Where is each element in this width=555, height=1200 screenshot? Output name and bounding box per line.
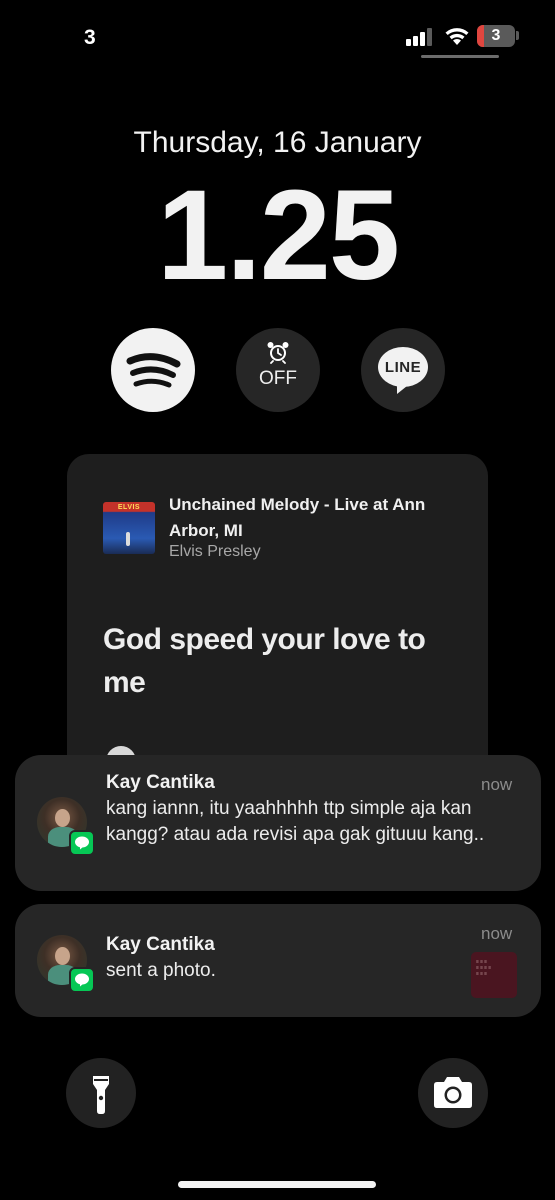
alarm-clock-icon xyxy=(267,342,289,364)
line-app-icon xyxy=(69,830,95,856)
alarm-status: OFF xyxy=(259,368,297,389)
notification-time: now xyxy=(481,924,513,943)
notification-sender: Kay Cantika xyxy=(106,772,215,793)
lock-time: 1.25 xyxy=(156,164,400,307)
spotify-widget[interactable] xyxy=(111,328,195,412)
alarm-widget[interactable]: OFF xyxy=(236,328,320,412)
notification-card[interactable] xyxy=(15,904,541,1017)
song-title: Unchained Melody - Live at Ann Arbor, MI xyxy=(169,495,426,540)
album-art: ELVIS xyxy=(103,502,155,554)
camera-icon xyxy=(434,1077,472,1108)
current-lyric: God speed your love to me xyxy=(103,623,426,699)
home-indicator[interactable] xyxy=(178,1181,376,1188)
line-app-icon xyxy=(69,967,95,993)
notification-body: sent a photo. xyxy=(106,960,216,981)
wifi-icon xyxy=(445,28,469,45)
photo-thumbnail-texture: ≡ ≡ ≡ ≡ ≡ ≡ ≡ ≡ ≡ ≡ xyxy=(476,960,492,977)
flashlight-icon xyxy=(93,1076,109,1114)
status-indicator-bar xyxy=(421,55,499,58)
lock-date: Thursday, 16 January xyxy=(133,126,422,159)
photo-thumbnail[interactable]: ≡ ≡ ≡ ≡ ≡ ≡ ≡ ≡ ≡ ≡ xyxy=(471,952,517,998)
album-label: ELVIS xyxy=(117,504,141,511)
cellular-signal-icon xyxy=(406,28,432,46)
spotify-icon xyxy=(126,353,181,388)
status-left-text: 3 xyxy=(84,26,96,49)
notification-sender: Kay Cantika xyxy=(106,934,215,955)
line-widget[interactable]: LINE xyxy=(361,328,445,412)
camera-button[interactable] xyxy=(418,1058,488,1128)
notification-time: now xyxy=(481,775,513,794)
battery-nub xyxy=(516,31,519,40)
notification-body: kang iannn, itu yaahhhhh ttp simple aja … xyxy=(106,798,485,845)
battery-level: 3 xyxy=(491,27,501,44)
flashlight-button[interactable] xyxy=(66,1058,136,1128)
song-artist: Elvis Presley xyxy=(169,543,261,560)
battery-icon: 3 xyxy=(477,25,515,47)
line-widget-label: LINE xyxy=(384,359,422,376)
